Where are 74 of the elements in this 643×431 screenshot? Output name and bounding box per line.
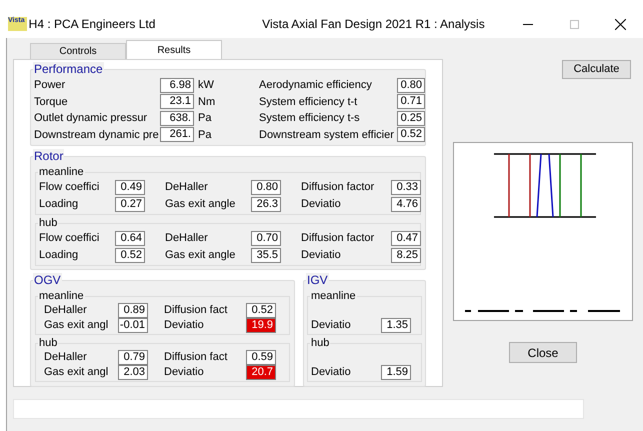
value-field: 0.79 [118, 350, 148, 365]
field-label: Deviatio [164, 318, 205, 334]
value-field: 0.80 [251, 180, 281, 195]
unit-label: Nm [198, 94, 216, 110]
value-field: 0.89 [118, 303, 148, 318]
field-label: Deviatio [301, 197, 342, 212]
field-label: Gas exit angl [44, 365, 110, 380]
value-field: 261. [160, 127, 194, 142]
value-field: 35.5 [251, 248, 281, 263]
value-field: 19.9 [246, 318, 276, 333]
value-field: 0.27 [115, 197, 145, 212]
value-field: 0.70 [251, 231, 281, 246]
value-field: 4.76 [391, 197, 421, 212]
value-field: 8.25 [391, 248, 421, 263]
value-field: -0.01 [118, 318, 148, 333]
field-label: Deviatio [311, 318, 352, 334]
value-field: 0.47 [391, 231, 421, 246]
group-title: OGV [33, 273, 62, 287]
unit-label: kW [198, 78, 214, 93]
field-label: DeHaller [44, 350, 88, 366]
field-label: Aerodynamic efficiency [259, 78, 373, 93]
value-field: 638. [160, 110, 194, 126]
field-label: System efficiency t-t [259, 94, 358, 110]
owner-title: H4 : PCA Engineers Ltd [28, 16, 156, 33]
field-label: Flow coeffici [39, 231, 100, 246]
field-label: Gas exit angle [165, 197, 236, 212]
field-label: DeHaller [165, 231, 209, 246]
field-label: Downstream system efficier [259, 128, 395, 142]
value-field: 0.80 [397, 78, 425, 93]
tab[interactable]: Controls [30, 43, 126, 59]
value-field: 1.35 [381, 318, 411, 333]
field-label: Loading [39, 248, 80, 264]
field-label: Deviatio [301, 248, 342, 264]
value-field: 26.3 [251, 197, 281, 212]
value-field: 0.49 [115, 180, 145, 195]
value-field: 1.59 [381, 365, 411, 380]
window-title: Vista Axial Fan Design 2021 R1 : Analysis [262, 16, 486, 33]
value-field: 2.03 [118, 365, 148, 380]
value-field: 0.52 [246, 303, 276, 318]
field-label: Loading [39, 197, 80, 212]
value-field: 0.25 [397, 110, 425, 126]
field-label: System efficiency t-s [259, 111, 361, 126]
field-label: Torque [34, 94, 69, 110]
field-label: DeHaller [165, 180, 209, 196]
value-field: 0.52 [115, 248, 145, 263]
unit-label: Pa [198, 111, 212, 126]
field-label: Diffusion fact [164, 303, 228, 318]
group-title: Rotor [33, 149, 64, 163]
field-label: Gas exit angl [44, 318, 110, 334]
field-label: Diffusion fact [164, 350, 228, 366]
calculate-button[interactable]: Calculate [562, 60, 631, 79]
value-field: 0.52 [397, 127, 425, 142]
field-label: Gas exit angle [165, 248, 236, 264]
value-field: 0.33 [391, 180, 421, 195]
tab[interactable]: Results [126, 40, 222, 59]
field-label: Downstream dynamic pre [34, 128, 160, 142]
close-button[interactable]: Close [509, 342, 577, 363]
field-label: Power [34, 78, 66, 93]
field-label: Diffusion factor [301, 180, 376, 196]
field-label: Deviatio [311, 365, 352, 380]
field-label: Flow coeffici [39, 180, 100, 196]
value-field: 23.1 [160, 94, 194, 110]
group-title: IGV [306, 273, 329, 287]
field-label: Outlet dynamic pressur [34, 111, 148, 126]
field-label: DeHaller [44, 303, 88, 318]
field-label: Diffusion factor [301, 231, 376, 246]
group-title: Performance [33, 62, 104, 76]
value-field: 0.71 [397, 94, 425, 110]
unit-label: Pa [198, 128, 212, 142]
field-label: Deviatio [164, 365, 205, 380]
value-field: 6.98 [160, 78, 194, 93]
value-field: 20.7 [246, 365, 276, 380]
value-field: 0.64 [115, 231, 145, 246]
value-field: 0.59 [246, 350, 276, 365]
